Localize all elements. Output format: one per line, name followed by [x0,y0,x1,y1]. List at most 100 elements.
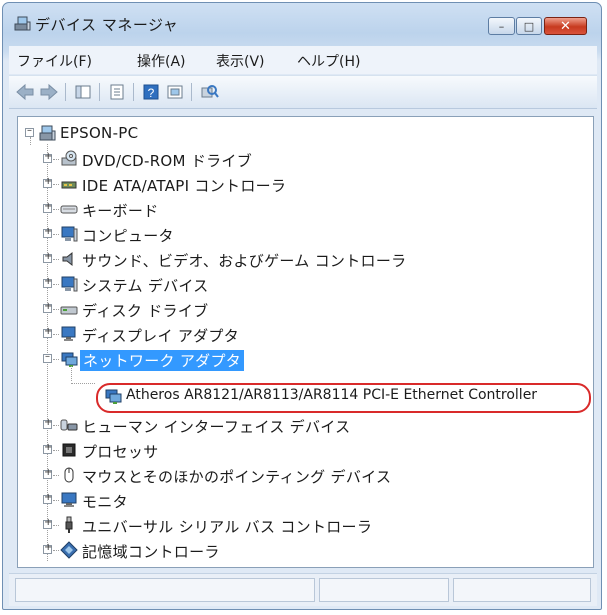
menu-file[interactable]: ファイル(F) [17,51,92,71]
tree-item[interactable]: + キーボード [18,197,578,221]
expand-toggle[interactable]: + [43,517,52,529]
back-arrow-icon[interactable] [15,82,35,102]
expand-toggle[interactable]: + [43,151,52,163]
tree-line [53,550,59,551]
computer-icon [39,125,56,141]
tree-item[interactable]: + マウスとそのほかのポインティング デバイス [18,463,578,487]
network-adapter-icon [61,352,78,367]
tree-item[interactable]: + ディスク ドライブ [18,297,578,321]
mouse-icon [64,467,74,483]
tree-line [53,284,59,285]
toolbar-separator [99,83,100,101]
expand-toggle[interactable]: + [43,226,52,238]
status-pane [15,578,315,602]
expand-toggle[interactable]: + [43,301,52,313]
tree-line [53,334,59,335]
minimize-button[interactable]: – [488,17,515,35]
tree-item[interactable]: + ディスプレイ アダプタ [18,322,578,346]
tree-item[interactable]: + IDE ATA/ATAPI コントローラ [18,172,578,196]
expand-toggle[interactable]: + [43,276,52,288]
tree-item-label: 記憶域コントローラ [82,543,220,561]
tree-item-label: システム デバイス [82,277,209,295]
expand-toggle[interactable]: + [43,492,52,504]
tree-line [53,359,59,360]
tree-line [53,209,59,210]
tree-line [53,475,59,476]
ide-controller-icon [61,181,77,189]
tree-item-label: キーボード [82,202,159,220]
processor-icon [62,443,76,457]
show-hide-console-tree-icon[interactable] [73,82,93,102]
tree-line [71,366,72,381]
expand-toggle[interactable]: + [43,467,52,479]
disk-drive-icon [60,306,78,315]
expand-toggle[interactable]: + [43,326,52,338]
tree-item[interactable]: + コンピュータ [18,222,578,246]
maximize-button[interactable]: □ [516,17,542,35]
tree-item[interactable]: + モニタ [18,488,578,512]
expand-toggle[interactable]: + [43,176,52,188]
collapse-toggle[interactable]: – [43,351,52,363]
close-button[interactable]: ✕ [544,17,587,35]
expand-toggle[interactable]: + [43,417,52,429]
help-icon[interactable]: ? [141,82,161,102]
close-icon: ✕ [560,18,571,34]
tree-item-label: プロセッサ [82,443,159,461]
status-bar [9,573,597,606]
tree-line [53,259,59,260]
collapse-toggle[interactable]: – [25,125,34,137]
dvd-drive-icon [61,150,77,166]
tree-line [53,450,59,451]
expand-toggle[interactable]: + [43,442,52,454]
device-tree[interactable]: – EPSON-PC + DVD/CD-ROM ドライブ + IDE ATA/A… [17,116,594,568]
expand-toggle[interactable]: + [43,542,52,554]
properties-icon[interactable] [107,82,127,102]
forward-arrow-icon[interactable] [39,82,59,102]
tree-item[interactable]: + プロセッサ [18,438,578,462]
tree-item-label: ディスク ドライブ [82,302,209,320]
maximize-icon: □ [523,19,535,33]
menu-help[interactable]: ヘルプ(H) [297,51,360,71]
tree-item[interactable]: + サウンド、ビデオ、およびゲーム コントローラ [18,247,578,271]
tree-item-label: コンピュータ [82,227,174,245]
usb-plug-icon [65,516,73,533]
menu-action[interactable]: 操作(A) [137,51,186,71]
device-manager-window: デバイス マネージャ – □ ✕ ファイル(F) 操作(A) 表示(V) ヘルプ… [2,2,602,610]
tree-item-label: DVD/CD-ROM ドライブ [82,152,253,170]
toolbar-separator [191,83,192,101]
speaker-icon [62,251,73,267]
window-title: デバイス マネージャ [35,16,179,34]
tree-item-label: ディスプレイ アダプタ [82,327,240,345]
menu-view[interactable]: 表示(V) [216,51,265,71]
tree-item-network-adapters[interactable]: – ネットワーク アダプタ [18,347,578,371]
minimize-icon: – [498,19,505,33]
tree-item-label-selected: ネットワーク アダプタ [80,350,245,371]
monitor-icon [61,492,77,507]
title-bar[interactable]: デバイス マネージャ – □ ✕ [3,3,601,43]
tree-root-label: EPSON-PC [60,124,139,142]
scan-hardware-changes-icon[interactable] [199,82,219,102]
toolbar-separator [65,83,66,101]
expand-toggle[interactable]: + [43,201,52,213]
tree-line [53,184,59,185]
svg-text:?: ? [148,86,155,100]
tree-item[interactable]: + システム デバイス [18,272,578,296]
system-devices-icon [61,276,78,292]
tree-item[interactable]: + DVD/CD-ROM ドライブ [18,147,578,171]
computer-icon [61,226,78,242]
tree-root-row[interactable]: – EPSON-PC [18,121,578,145]
tree-item-ethernet-controller[interactable]: Atheros AR8121/AR8113/AR8114 PCI-E Ether… [18,384,588,408]
update-driver-icon[interactable] [165,82,185,102]
tree-item[interactable]: + ユニバーサル シリアル バス コントローラ [18,513,578,537]
tree-line [53,159,59,160]
tree-item[interactable]: + 記憶域コントローラ [18,538,578,562]
menu-bar: ファイル(F) 操作(A) 表示(V) ヘルプ(H) [9,46,597,74]
tree-line [53,425,59,426]
tree-item-label: サウンド、ビデオ、およびゲーム コントローラ [82,252,407,270]
expand-toggle[interactable]: + [43,251,52,263]
tree-item[interactable]: + ヒューマン インターフェイス デバイス [18,413,578,437]
tree-line [53,234,59,235]
keyboard-icon [60,205,78,214]
tree-line [53,309,59,310]
tree-item-label: モニタ [82,493,128,511]
